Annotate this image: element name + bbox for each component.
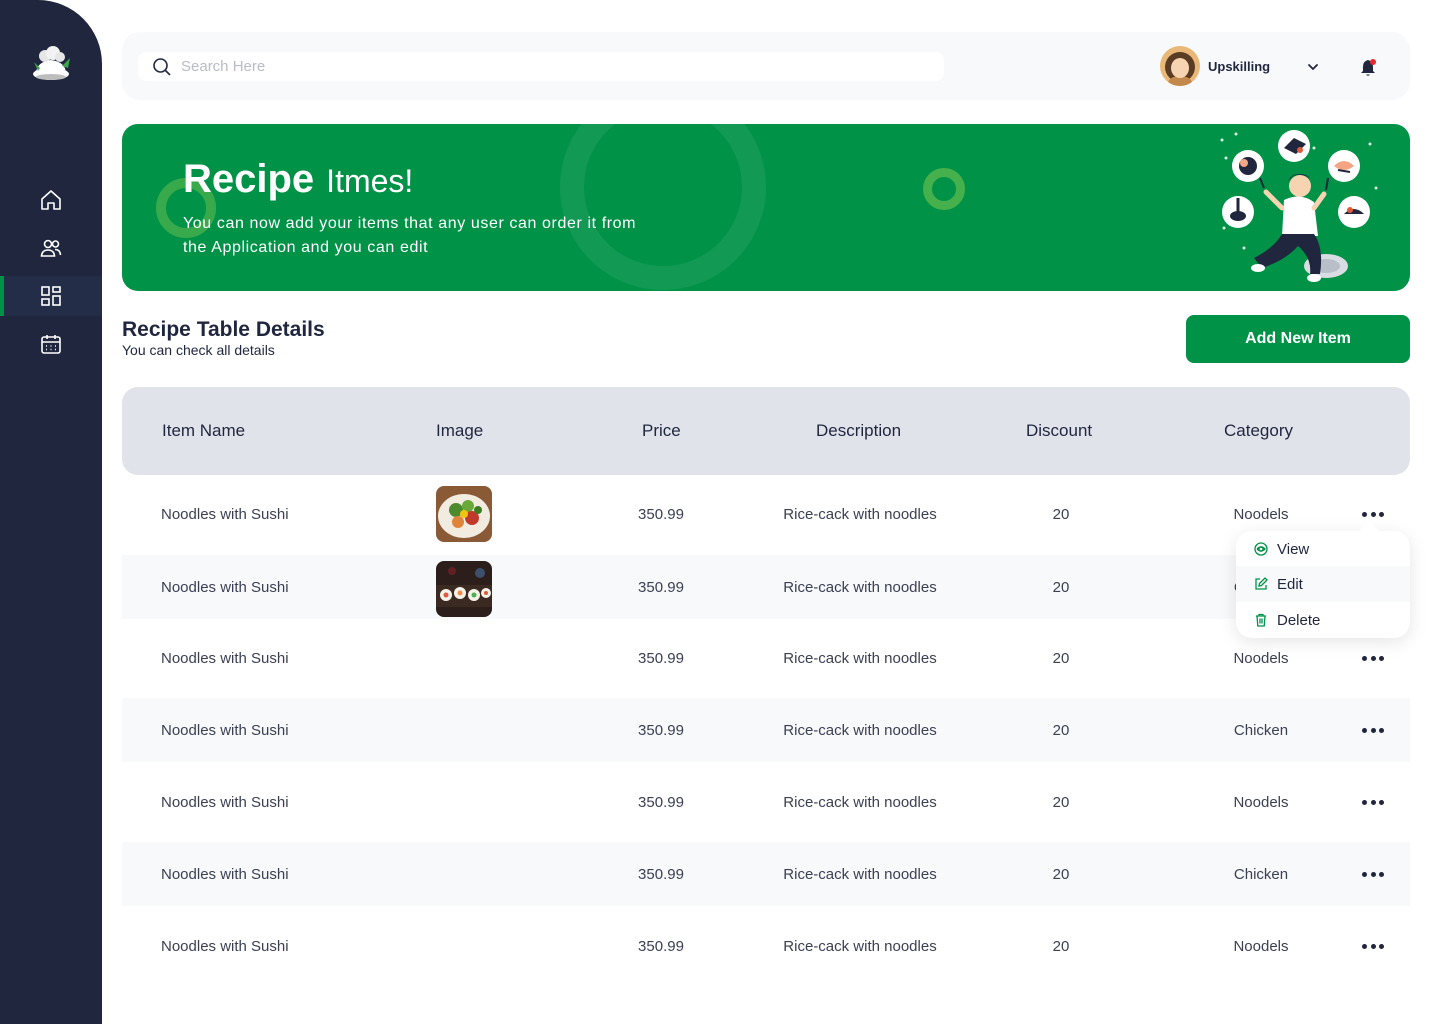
table-row: Noodles with Sushi 350.99 Rice-cack with… (122, 770, 1410, 834)
home-icon (41, 190, 61, 210)
cell-category: Noodels (1233, 937, 1289, 955)
cell-price: 350.99 (638, 937, 684, 955)
add-new-item-button[interactable]: Add New Item (1186, 315, 1410, 363)
decor-ring (560, 124, 766, 290)
section-title: Recipe Table Details (122, 318, 325, 341)
table-row: Noodles with Sushi 350.99 Rice-cack with… (122, 626, 1410, 690)
cell-description: Rice-cack with noodles (783, 505, 937, 523)
cell-discount: 20 (1052, 937, 1070, 955)
row-actions-button[interactable] (1362, 720, 1384, 740)
column-header-image[interactable]: Image (436, 421, 483, 441)
nav-calendar[interactable] (0, 324, 102, 364)
search-box[interactable] (138, 52, 944, 81)
search-icon (153, 57, 171, 76)
edit-icon (1255, 577, 1268, 590)
cell-discount: 20 (1052, 505, 1070, 523)
nav-users[interactable] (0, 228, 102, 268)
cell-category: Chicken (1233, 865, 1289, 883)
food-image-sushi (436, 561, 492, 617)
grid-icon (41, 286, 61, 306)
table-header: Item Name Image Price Description Discou… (122, 387, 1410, 475)
table-row: Noodles with Sushi 350.99 Rice-cack with… (122, 482, 1410, 546)
row-actions-button[interactable] (1362, 792, 1384, 812)
cell-category: Chicken (1233, 721, 1289, 739)
menu-item-edit[interactable]: Edit (1236, 566, 1410, 602)
cell-item-name: Noodles with Sushi (161, 578, 289, 596)
cell-discount: 20 (1052, 721, 1070, 739)
column-header-item-name[interactable]: Item Name (162, 421, 245, 441)
table-row: Noodles with Sushi 350.99 Rice-cack with… (122, 555, 1410, 619)
cell-discount: 20 (1052, 649, 1070, 667)
cell-price: 350.99 (638, 578, 684, 596)
nav-home[interactable] (0, 180, 102, 220)
search-input[interactable] (181, 58, 881, 75)
menu-item-view[interactable]: View (1236, 531, 1410, 567)
banner-title-bold: Recipe (183, 157, 315, 201)
cell-item-name: Noodles with Sushi (161, 649, 289, 667)
row-actions-button[interactable] (1362, 936, 1384, 956)
cell-item-name: Noodles with Sushi (161, 793, 289, 811)
cell-item-name: Noodles with Sushi (161, 505, 289, 523)
cell-discount: 20 (1052, 865, 1070, 883)
cell-item-name: Noodles with Sushi (161, 865, 289, 883)
row-actions-button[interactable] (1362, 864, 1384, 884)
cell-price: 350.99 (638, 721, 684, 739)
banner-subtitle: You can now add your items that any user… (183, 215, 637, 256)
food-image-salad (436, 486, 492, 542)
bell-icon[interactable] (1358, 58, 1378, 78)
chevron-down-icon[interactable] (1306, 60, 1320, 74)
column-header-discount[interactable]: Discount (1026, 421, 1092, 441)
column-header-description[interactable]: Description (816, 421, 901, 441)
row-actions-menu: View Edit Delete (1236, 531, 1410, 638)
cell-item-name: Noodles with Sushi (161, 937, 289, 955)
cell-description: Rice-cack with noodles (783, 937, 937, 955)
decor-ring (923, 168, 965, 210)
table-row: Noodles with Sushi 350.99 Rice-cack with… (122, 842, 1410, 906)
calendar-icon (41, 335, 61, 354)
trash-icon (1256, 613, 1266, 627)
cell-price: 350.99 (638, 865, 684, 883)
chef-hat-icon[interactable] (28, 44, 74, 84)
menu-item-label: Edit (1277, 575, 1303, 593)
section-subtitle: You can check all details (122, 342, 275, 358)
cell-discount: 20 (1052, 793, 1070, 811)
banner-title: Recipe Itmes! (183, 157, 413, 202)
column-header-price[interactable]: Price (642, 421, 681, 441)
cell-description: Rice-cack with noodles (783, 721, 937, 739)
row-actions-button[interactable] (1362, 648, 1384, 668)
cell-price: 350.99 (638, 649, 684, 667)
cell-description: Rice-cack with noodles (783, 793, 937, 811)
menu-item-label: View (1277, 540, 1310, 558)
cell-category: Noodels (1233, 793, 1289, 811)
column-header-category[interactable]: Category (1224, 421, 1293, 441)
row-actions-button[interactable] (1362, 504, 1384, 524)
menu-item-delete[interactable]: Delete (1236, 602, 1410, 638)
chef-illustration (1220, 130, 1378, 282)
banner-title-light: Itmes! (326, 163, 414, 199)
hero-banner: Recipe Itmes! You can now add your items… (122, 124, 1410, 291)
sidebar (0, 0, 102, 1024)
eye-icon (1254, 542, 1268, 556)
avatar (1160, 46, 1200, 86)
cell-description: Rice-cack with noodles (783, 578, 937, 596)
cell-discount: 20 (1052, 578, 1070, 596)
table-row: Noodles with Sushi 350.99 Rice-cack with… (122, 914, 1410, 978)
user-name: Upskilling (1208, 58, 1271, 74)
table-row: Noodles with Sushi 350.99 Rice-cack with… (122, 698, 1410, 762)
cell-description: Rice-cack with noodles (783, 865, 937, 883)
cell-description: Rice-cack with noodles (783, 649, 937, 667)
user-menu[interactable]: Upskilling (1160, 46, 1270, 86)
nav-recipes[interactable] (0, 276, 102, 316)
users-icon (40, 239, 62, 257)
cell-price: 350.99 (638, 505, 684, 523)
cell-item-name: Noodles with Sushi (161, 721, 289, 739)
menu-item-label: Delete (1277, 611, 1321, 629)
cell-price: 350.99 (638, 793, 684, 811)
top-bar: Upskilling (122, 32, 1410, 100)
